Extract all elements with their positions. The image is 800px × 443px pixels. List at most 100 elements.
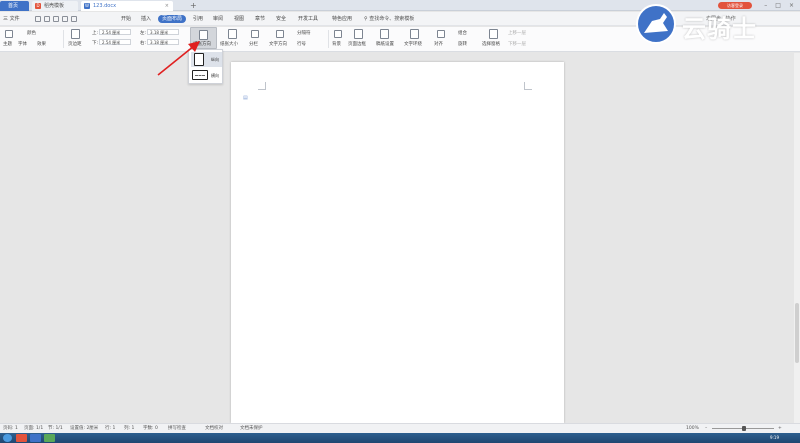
bring-forward-button[interactable]: 上移一层 [508, 30, 526, 36]
preview-icon[interactable] [53, 16, 59, 22]
paragraph-mark-icon: ▤ [243, 95, 248, 101]
line-numbers-button[interactable]: 行号 [297, 41, 306, 47]
save-icon[interactable] [35, 16, 41, 22]
status-pages[interactable]: 页面: 1/1 [24, 424, 43, 433]
close-tab-icon[interactable]: × [165, 1, 169, 11]
doc-check-button[interactable]: 文档校对 [205, 424, 223, 433]
manuscript-icon[interactable] [380, 29, 389, 39]
send-backward-button[interactable]: 下移一层 [508, 41, 526, 47]
background-button[interactable]: 背景 [332, 41, 341, 47]
doc-protect-status[interactable]: 文档未保护 [240, 424, 263, 433]
paper-size-icon[interactable] [228, 29, 237, 39]
columns-icon[interactable] [251, 30, 259, 38]
status-bar: 页码: 1 页面: 1/1 节: 1/1 设置值: 2厘米 行: 1 列: 1 … [0, 423, 800, 433]
zoom-out-icon[interactable]: – [705, 424, 707, 433]
margins-icon[interactable] [71, 29, 80, 39]
zoom-slider-knob[interactable] [742, 426, 746, 431]
ribbon-separator [63, 30, 64, 48]
knight-logo-icon [636, 4, 676, 44]
new-tab-button[interactable]: + [190, 0, 197, 11]
text-direction-button[interactable]: 文字方向 [269, 41, 287, 47]
theme-icon[interactable] [5, 30, 13, 38]
menu-insert[interactable]: 插入 [141, 12, 151, 26]
tab-document[interactable]: W 123.docx × [81, 1, 173, 11]
status-row: 行: 1 [105, 426, 116, 431]
watermark-text: 云骑士 [682, 15, 757, 43]
taskbar-app-icon[interactable] [44, 434, 55, 442]
margins-button[interactable]: 页边距 [68, 41, 82, 47]
page-border-button[interactable]: 页面边框 [348, 41, 366, 47]
watermark-logo: 云骑士 [632, 2, 788, 46]
status-col: 列: 1 [124, 426, 135, 431]
tab-home-label: 首页 [8, 3, 19, 9]
file-menu[interactable]: 三 文件 [3, 12, 20, 26]
status-word-count[interactable]: 字数: 0 [143, 424, 158, 433]
right-margin-label: 右: [140, 41, 147, 46]
os-taskbar: 9:19 [0, 433, 800, 443]
command-search[interactable]: ⚲ 查找命令、搜索模板 [364, 12, 414, 26]
bottom-margin-label: 下: [92, 41, 99, 46]
menu-page-layout[interactable]: 页面布局 [158, 15, 187, 23]
ribbon-separator [328, 30, 329, 48]
manuscript-button[interactable]: 稿纸设置 [376, 41, 394, 47]
menu-review[interactable]: 审阅 [213, 12, 223, 26]
start-button[interactable] [3, 434, 12, 442]
red-arrow-icon [157, 41, 200, 76]
selection-pane-icon[interactable] [489, 29, 498, 39]
vertical-scrollbar[interactable] [794, 53, 800, 423]
tab-docer-label: 稻壳模板 [44, 3, 65, 9]
redo-icon[interactable] [71, 16, 77, 22]
status-section: 节: 1/1 [48, 426, 63, 431]
taskbar-clock: 9:19 [770, 435, 779, 440]
status-page-number: 页码: 1 [3, 426, 18, 431]
menu-view[interactable]: 视图 [234, 12, 244, 26]
page-border-icon[interactable] [354, 29, 363, 39]
theme-button[interactable]: 主题 [3, 41, 12, 47]
scrollbar-thumb[interactable] [795, 303, 799, 363]
breaks-button[interactable]: 分隔符 [297, 30, 311, 36]
paper-size-button[interactable]: 纸张大小 [220, 41, 238, 47]
bottom-margin-field[interactable]: 2.54 厘米 [99, 39, 131, 45]
zoom-in-icon[interactable]: + [778, 424, 782, 433]
top-margin-label: 上: [92, 31, 99, 36]
menu-home[interactable]: 开始 [121, 12, 131, 26]
menu-features[interactable]: 特色应用 [332, 12, 352, 26]
group-button[interactable]: 组合 [458, 30, 467, 36]
left-margin-label: 左: [140, 31, 147, 36]
menu-chapter[interactable]: 章节 [255, 12, 265, 26]
top-margin-field[interactable]: 2.54 厘米 [99, 29, 131, 35]
command-search-label: 查找命令、搜索模板 [369, 16, 415, 22]
menu-developer[interactable]: 开发工具 [298, 12, 318, 26]
document-page[interactable]: ▤ [231, 62, 564, 423]
print-icon[interactable] [44, 16, 50, 22]
quick-access-toolbar [35, 16, 77, 22]
undo-icon[interactable] [62, 16, 68, 22]
spell-check-toggle[interactable]: 拼写检查 [168, 424, 186, 433]
align-button[interactable]: 对齐 [434, 41, 443, 47]
colors-button[interactable]: 颜色 [27, 30, 36, 36]
zoom-level[interactable]: 100% [686, 424, 699, 433]
tab-docer[interactable]: D 稻壳模板 [32, 1, 78, 11]
selection-pane-button[interactable]: 选择窗格 [482, 41, 500, 47]
taskbar-app-icon[interactable] [16, 434, 27, 442]
status-setting: 设置值: 2厘米 [70, 426, 99, 431]
tab-document-label: 123.docx [93, 3, 117, 9]
text-direction-icon[interactable] [276, 30, 284, 38]
taskbar-app-icon[interactable] [30, 434, 41, 442]
margin-corner-mark [524, 82, 532, 90]
effects-button[interactable]: 效果 [37, 41, 46, 47]
text-wrap-icon[interactable] [410, 29, 419, 39]
menu-references[interactable]: 引用 [193, 12, 203, 26]
align-icon[interactable] [437, 30, 445, 38]
rotate-button[interactable]: 旋转 [458, 41, 467, 47]
menu-security[interactable]: 安全 [276, 12, 286, 26]
columns-button[interactable]: 分栏 [249, 41, 258, 47]
word-doc-icon: W [84, 3, 90, 9]
text-wrap-button[interactable]: 文字环绕 [404, 41, 422, 47]
close-window-icon[interactable]: × [789, 2, 794, 9]
docer-icon: D [35, 3, 41, 9]
tab-home[interactable]: 首页 [0, 1, 29, 11]
fonts-button[interactable]: 字体 [18, 41, 27, 47]
landscape-label: 横向 [211, 73, 219, 78]
background-icon[interactable] [334, 30, 342, 38]
